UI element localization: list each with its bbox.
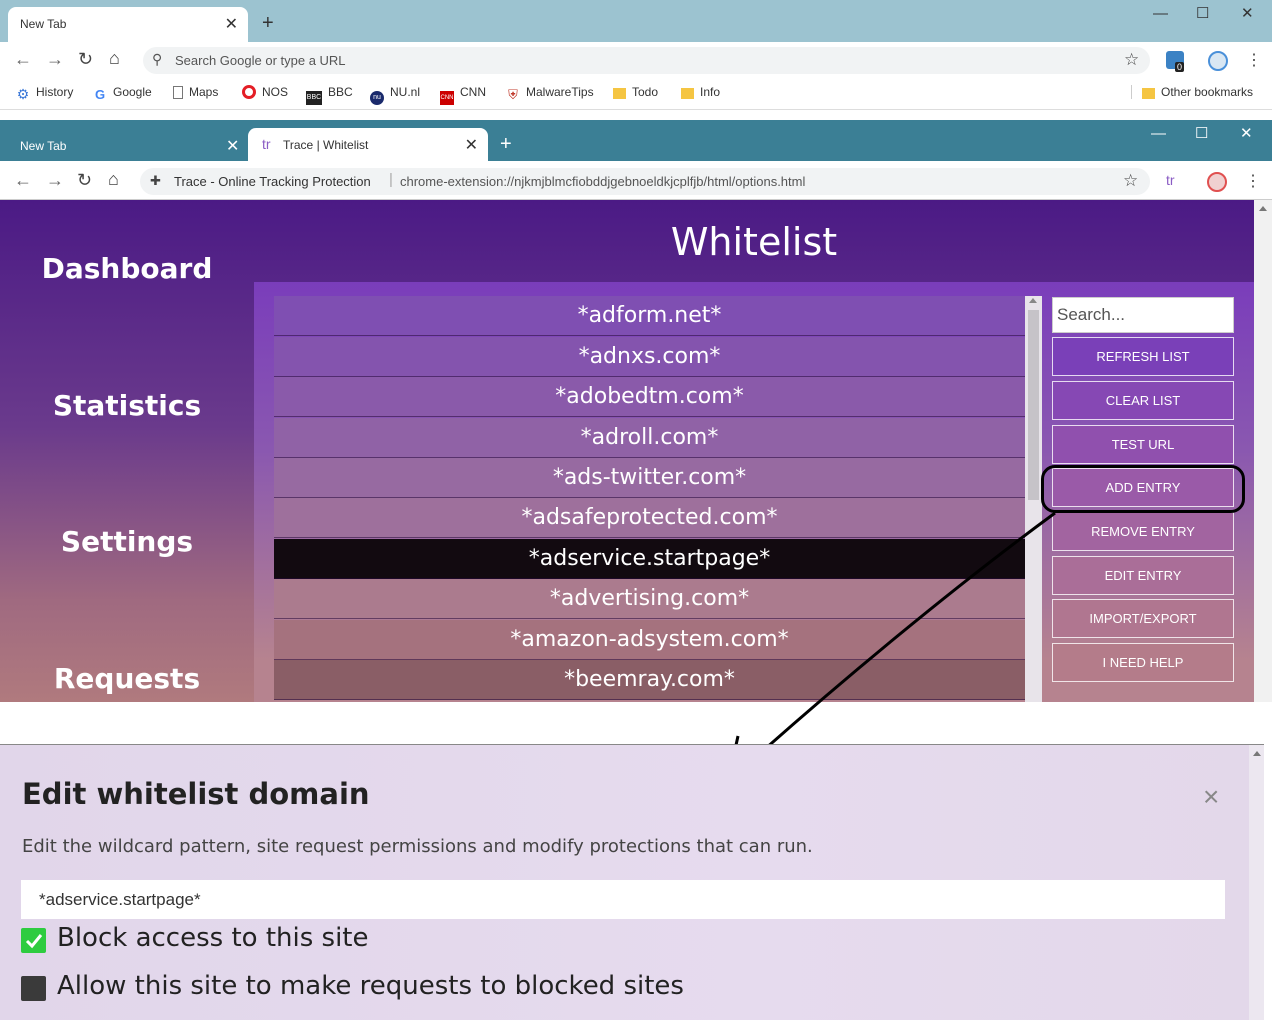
close-icon[interactable]: × — [1203, 781, 1219, 813]
modal-description: Edit the wildcard pattern, site request … — [22, 836, 813, 857]
allow-requests-checkbox[interactable] — [21, 976, 46, 1001]
modal-title: Edit whitelist domain — [22, 777, 370, 811]
modal-scrollbar[interactable] — [1249, 745, 1264, 1020]
allow-requests-label: Allow this site to make requests to bloc… — [57, 971, 684, 1001]
pattern-input[interactable] — [21, 880, 1225, 919]
scroll-up-arrow-icon[interactable] — [1253, 751, 1261, 756]
arrow-line — [726, 511, 1056, 784]
block-access-label: Block access to this site — [57, 923, 369, 953]
checkmark-icon — [25, 934, 43, 949]
block-access-checkbox[interactable] — [21, 928, 46, 953]
